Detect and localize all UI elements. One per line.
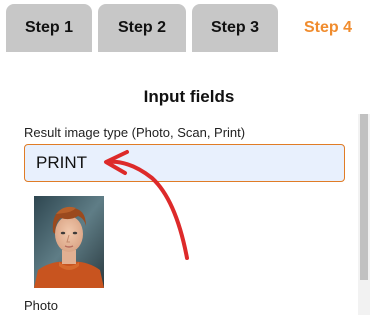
tab-step-2-label: Step 2 <box>117 19 166 36</box>
result-image-type-label: Result image type (Photo, Scan, Print) <box>24 125 246 140</box>
scrollbar-thumb[interactable] <box>360 114 368 280</box>
step-tabs: Step 1 Step 2 Step 3 Step 4 <box>0 0 380 52</box>
result-image-type-input[interactable] <box>24 144 345 182</box>
photo-label: Photo <box>24 298 58 313</box>
photo-thumbnail[interactable] <box>34 196 104 288</box>
portrait-image <box>34 196 104 288</box>
tab-step-2[interactable]: Step 2 <box>98 4 186 52</box>
step-4-panel: Input fields Result image type (Photo, S… <box>6 52 372 315</box>
tab-step-1[interactable]: Step 1 <box>6 4 92 52</box>
tab-step-4[interactable]: Step 4 <box>284 4 372 52</box>
tab-step-3-label: Step 3 <box>210 19 259 36</box>
tab-step-4-label: Step 4 <box>303 19 352 36</box>
section-title: Input fields <box>143 87 235 106</box>
tab-step-1-label: Step 1 <box>24 19 73 36</box>
tab-step-3[interactable]: Step 3 <box>192 4 278 52</box>
